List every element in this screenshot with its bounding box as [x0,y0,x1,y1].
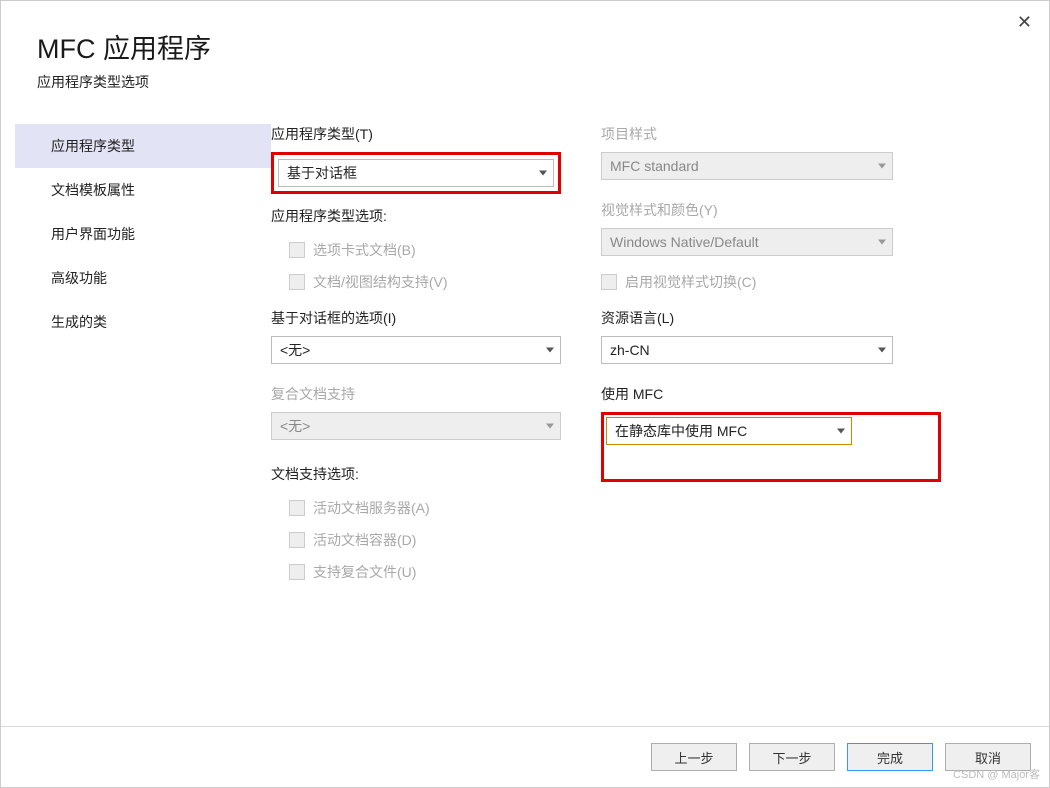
page-subtitle: 应用程序类型选项 [37,72,1013,92]
use-mfc-select[interactable]: 在静态库中使用 MFC [606,417,852,445]
support-compound-checkbox: 支持复合文件(U) [289,562,561,582]
resource-lang-select[interactable]: zh-CN [601,336,893,364]
dialog-options-value: <无> [280,340,310,360]
active-container-checkbox: 活动文档容器(D) [289,530,561,550]
support-compound-label: 支持复合文件(U) [313,562,416,582]
use-mfc-label: 使用 MFC [601,384,893,404]
app-type-select[interactable]: 基于对话框 [278,159,554,187]
header: MFC 应用程序 应用程序类型选项 [1,1,1049,106]
use-mfc-value: 在静态库中使用 MFC [615,421,747,441]
left-column: 应用程序类型(T) 基于对话框 应用程序类型选项: 选项卡式文档(B) 文档/视… [271,124,561,726]
project-style-label: 项目样式 [601,124,893,144]
checkbox-icon [289,274,305,290]
checkbox-icon [289,564,305,580]
visual-style-select: Windows Native/Default [601,228,893,256]
enable-visual-switch-label: 启用视觉样式切换(C) [625,272,756,292]
content: 应用程序类型(T) 基于对话框 应用程序类型选项: 选项卡式文档(B) 文档/视… [271,124,1049,726]
tabbed-doc-label: 选项卡式文档(B) [313,240,416,260]
dialog-options-label: 基于对话框的选项(I) [271,308,561,328]
right-column: 项目样式 MFC standard 视觉样式和颜色(Y) Windows Nat… [601,124,893,726]
finish-button[interactable]: 完成 [847,743,933,771]
chevron-down-icon [837,429,845,434]
app-type-highlight: 基于对话框 [271,152,561,194]
compound-label: 复合文档支持 [271,384,561,404]
project-style-select: MFC standard [601,152,893,180]
active-container-label: 活动文档容器(D) [313,530,416,550]
active-server-label: 活动文档服务器(A) [313,498,430,518]
sidebar: 应用程序类型 文档模板属性 用户界面功能 高级功能 生成的类 [1,124,271,726]
compound-value: <无> [280,416,310,436]
checkbox-icon [289,242,305,258]
close-button[interactable]: ✕ [1017,12,1032,33]
docview-label: 文档/视图结构支持(V) [313,272,448,292]
doc-support-label: 文档支持选项: [271,464,561,484]
compound-select: <无> [271,412,561,440]
checkbox-icon [289,500,305,516]
watermark: CSDN @ Major客 [953,766,1040,782]
chevron-down-icon [546,424,554,429]
chevron-down-icon [546,348,554,353]
enable-visual-switch-checkbox: 启用视觉样式切换(C) [601,272,893,292]
dialog-options-select[interactable]: <无> [271,336,561,364]
tabbed-doc-checkbox: 选项卡式文档(B) [289,240,561,260]
visual-style-label: 视觉样式和颜色(Y) [601,200,893,220]
resource-lang-value: zh-CN [610,342,650,358]
resource-lang-label: 资源语言(L) [601,308,893,328]
active-server-checkbox: 活动文档服务器(A) [289,498,561,518]
checkbox-icon [289,532,305,548]
project-style-value: MFC standard [610,158,699,174]
sidebar-item-doc-template[interactable]: 文档模板属性 [15,168,271,212]
sidebar-item-advanced[interactable]: 高级功能 [15,256,271,300]
use-mfc-highlight: 在静态库中使用 MFC [601,412,941,482]
page-title: MFC 应用程序 [37,27,1013,66]
app-type-options-label: 应用程序类型选项: [271,206,561,226]
app-type-label: 应用程序类型(T) [271,124,561,144]
footer: 上一步 下一步 完成 取消 [1,726,1049,787]
back-button[interactable]: 上一步 [651,743,737,771]
chevron-down-icon [539,171,547,176]
chevron-down-icon [878,164,886,169]
chevron-down-icon [878,240,886,245]
wizard-dialog: ✕ MFC 应用程序 应用程序类型选项 应用程序类型 文档模板属性 用户界面功能… [0,0,1050,788]
checkbox-icon [601,274,617,290]
sidebar-item-ui-features[interactable]: 用户界面功能 [15,212,271,256]
body: 应用程序类型 文档模板属性 用户界面功能 高级功能 生成的类 应用程序类型(T)… [1,106,1049,726]
app-type-value: 基于对话框 [287,163,357,183]
chevron-down-icon [878,348,886,353]
visual-style-value: Windows Native/Default [610,234,759,250]
docview-checkbox: 文档/视图结构支持(V) [289,272,561,292]
next-button[interactable]: 下一步 [749,743,835,771]
sidebar-item-generated-classes[interactable]: 生成的类 [15,300,271,344]
sidebar-item-app-type[interactable]: 应用程序类型 [15,124,271,168]
